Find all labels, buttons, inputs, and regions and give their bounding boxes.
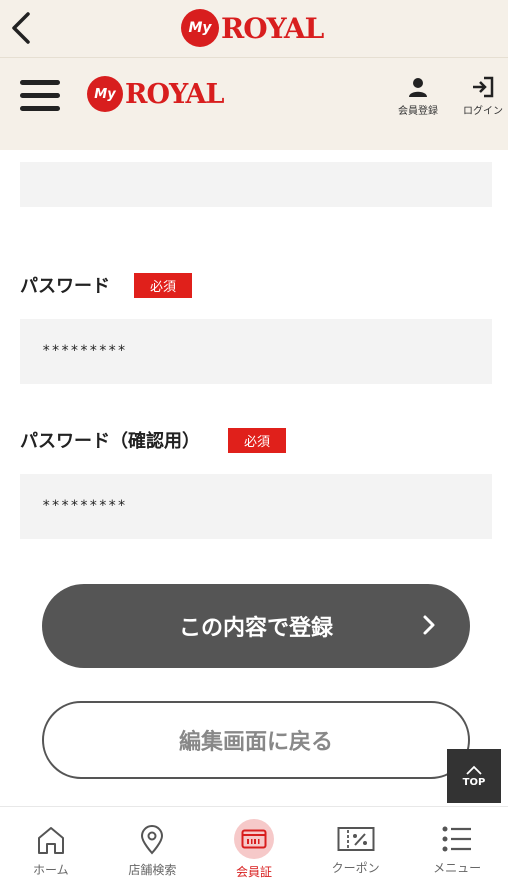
password-field[interactable]: ********* (20, 319, 492, 384)
top-bar: My ROYAL (0, 0, 508, 58)
nav-item-store-search[interactable]: 店舗検索 (102, 807, 204, 882)
home-icon (37, 827, 64, 854)
hamburger-line (20, 93, 60, 98)
submit-register-button[interactable]: この内容で登録 (42, 584, 470, 668)
password-confirm-label-row: パスワード（確認用） 必須 (20, 427, 287, 453)
nav-item-member-card[interactable]: 会員証 (203, 807, 305, 882)
password-label-row: パスワード 必須 (20, 272, 193, 298)
password-confirm-label: パスワード（確認用） (20, 431, 200, 452)
submit-register-label: この内容で登録 (178, 616, 333, 641)
nav-label: ホーム (32, 863, 69, 877)
list-menu-icon (442, 826, 472, 852)
member-register-label: 会員登録 (398, 106, 438, 117)
back-to-edit-label: 編集画面に戻る (178, 730, 333, 755)
login-label: ログイン (463, 106, 503, 117)
scroll-to-top-button[interactable]: TOP (447, 749, 501, 803)
chevron-up-icon (466, 765, 482, 775)
nav-item-home[interactable]: ホーム (0, 807, 102, 882)
chevron-left-icon (12, 12, 30, 44)
hamburger-line (20, 106, 60, 111)
logo-my-badge: My (181, 9, 219, 47)
user-icon (409, 78, 427, 97)
coupon-icon (337, 827, 375, 851)
password-value: ********* (42, 343, 127, 359)
required-badge: 必須 (228, 427, 287, 453)
logo-my-badge: My (87, 76, 123, 112)
login-button[interactable]: ログイン (454, 76, 508, 117)
password-label: パスワード (20, 276, 110, 297)
hamburger-line (20, 80, 60, 85)
member-register-button[interactable]: 会員登録 (388, 76, 448, 117)
member-card-icon (241, 829, 267, 849)
password-confirm-field[interactable]: ********* (20, 474, 492, 539)
map-pin-icon (141, 825, 164, 855)
site-logo[interactable]: My ROYAL (87, 76, 224, 112)
nav-label: クーポン (331, 861, 380, 875)
app-logo: My ROYAL (181, 9, 324, 47)
nav-label: メニュー (433, 861, 482, 875)
bottom-navigation: ホーム 店舗検索 会員証 クーポン メニュー (0, 806, 508, 882)
previous-input-field[interactable] (20, 162, 492, 207)
password-confirm-value: ********* (42, 498, 127, 514)
scroll-to-top-label: TOP (462, 776, 486, 788)
nav-label: 店舗検索 (128, 863, 177, 877)
back-to-edit-button[interactable]: 編集画面に戻る (42, 701, 470, 779)
active-indicator (233, 819, 274, 859)
chevron-right-icon (423, 615, 435, 635)
hamburger-menu-button[interactable] (20, 80, 62, 112)
back-button[interactable] (8, 10, 36, 46)
required-badge: 必須 (134, 272, 193, 298)
nav-item-menu[interactable]: メニュー (406, 807, 508, 882)
site-header: My ROYAL 会員登録 ログイン (0, 58, 508, 150)
logo-wordmark: ROYAL (125, 78, 224, 110)
nav-label: 会員証 (235, 865, 272, 879)
nav-item-coupon[interactable]: クーポン (305, 807, 407, 882)
login-icon (473, 76, 494, 98)
logo-wordmark: ROYAL (221, 11, 324, 45)
